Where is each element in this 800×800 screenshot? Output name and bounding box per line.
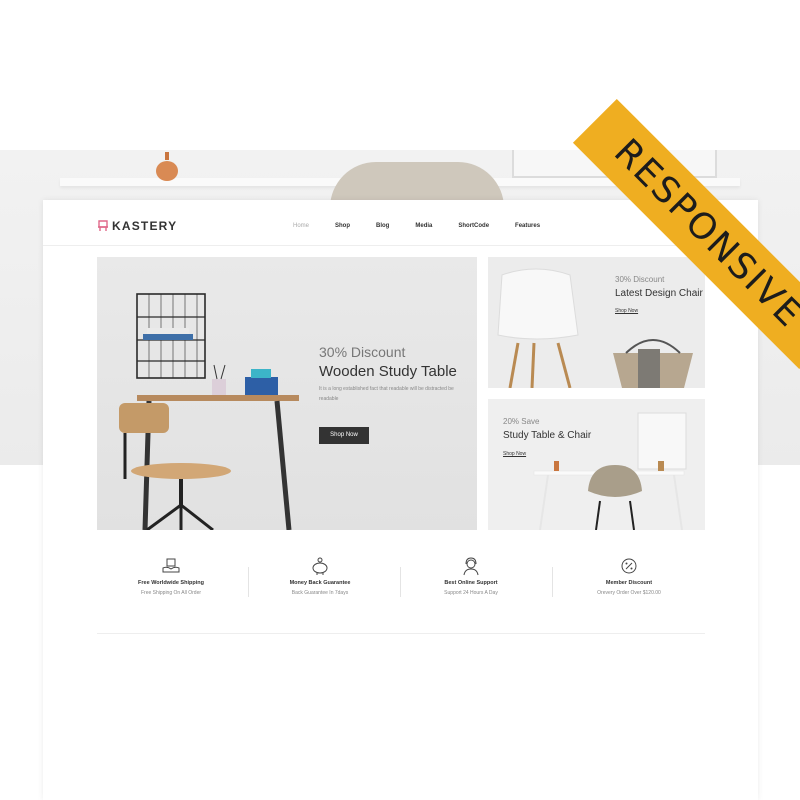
nav-item-features[interactable]: Features	[515, 223, 540, 229]
support-agent-icon	[463, 557, 479, 576]
hero-slide: 30% Discount Wooden Study Table It is a …	[97, 257, 477, 530]
nav-item-media[interactable]: Media	[415, 223, 432, 229]
banner-chair-shop-link[interactable]: Shop Now	[615, 308, 638, 314]
banner-chair[interactable]: 30% Discount Latest Design Chair Shop No…	[488, 257, 705, 388]
website-mockup: KASTERY Home Shop Blog Media ShortCode F…	[43, 200, 758, 800]
banner-table-title: Study Table & Chair	[503, 430, 592, 441]
section-divider	[97, 633, 705, 634]
feature-support: Best Online Support Support 24 Hours A D…	[395, 556, 547, 596]
feature-member-discount: Member Discount Orevery Order Over $120.…	[553, 556, 705, 596]
nav-item-shop[interactable]: Shop	[335, 223, 350, 229]
feature-shipping-title: Free Worldwide Shipping	[138, 580, 204, 586]
feature-money-back-subtitle: Back Guarantee In 7days	[291, 590, 349, 596]
feature-shipping-subtitle: Free Shipping On All Order	[140, 590, 202, 596]
hero-discount: 30% Discount	[319, 344, 406, 360]
shop-now-button[interactable]: Shop Now	[319, 427, 369, 444]
banner-chair-discount: 30% Discount	[615, 275, 665, 284]
hero-description: It is a long established fact that reada…	[319, 386, 454, 402]
feature-shipping: Free Worldwide Shipping Free Shipping On…	[95, 556, 247, 596]
feature-member-discount-subtitle: Orevery Order Over $120.00	[597, 590, 661, 596]
feature-member-discount-title: Member Discount	[605, 580, 653, 586]
banner-table-shop-link[interactable]: Shop Now	[503, 451, 526, 457]
chair-logo-icon	[98, 220, 108, 231]
logo-text: KASTERY	[112, 219, 178, 233]
hero-title: Wooden Study Table	[319, 363, 457, 380]
background-frame	[512, 150, 717, 178]
piggy-bank-icon	[312, 557, 328, 575]
desk-chair-illustration	[119, 293, 299, 530]
feature-support-title: Best Online Support	[444, 580, 498, 586]
feature-money-back-title: Money Back Guarantee	[289, 580, 351, 586]
logo[interactable]: KASTERY	[97, 219, 177, 233]
shipping-hands-icon	[162, 558, 180, 573]
vase-icon	[156, 152, 178, 181]
site-header: KASTERY Home Shop Blog Media ShortCode F…	[43, 200, 758, 246]
discount-badge-icon	[621, 558, 637, 574]
preview-image: KASTERY Home Shop Blog Media ShortCode F…	[0, 0, 800, 800]
banner-table-discount: 20% Save	[503, 417, 540, 426]
banner-study-table[interactable]: 20% Save Study Table & Chair Shop Now	[488, 399, 705, 530]
feature-support-subtitle: Support 24 Hours A Day	[444, 590, 498, 596]
banner-chair-title: Latest Design Chair	[615, 288, 703, 299]
nav-item-home[interactable]: Home	[293, 223, 309, 229]
chair-basket-illustration	[497, 268, 693, 388]
feature-money-back: Money Back Guarantee Back Guarantee In 7…	[244, 556, 396, 596]
main-nav: Home Shop Blog Media ShortCode Features	[293, 223, 566, 229]
nav-item-blog[interactable]: Blog	[376, 223, 389, 229]
nav-item-shortcode[interactable]: ShortCode	[458, 223, 489, 229]
